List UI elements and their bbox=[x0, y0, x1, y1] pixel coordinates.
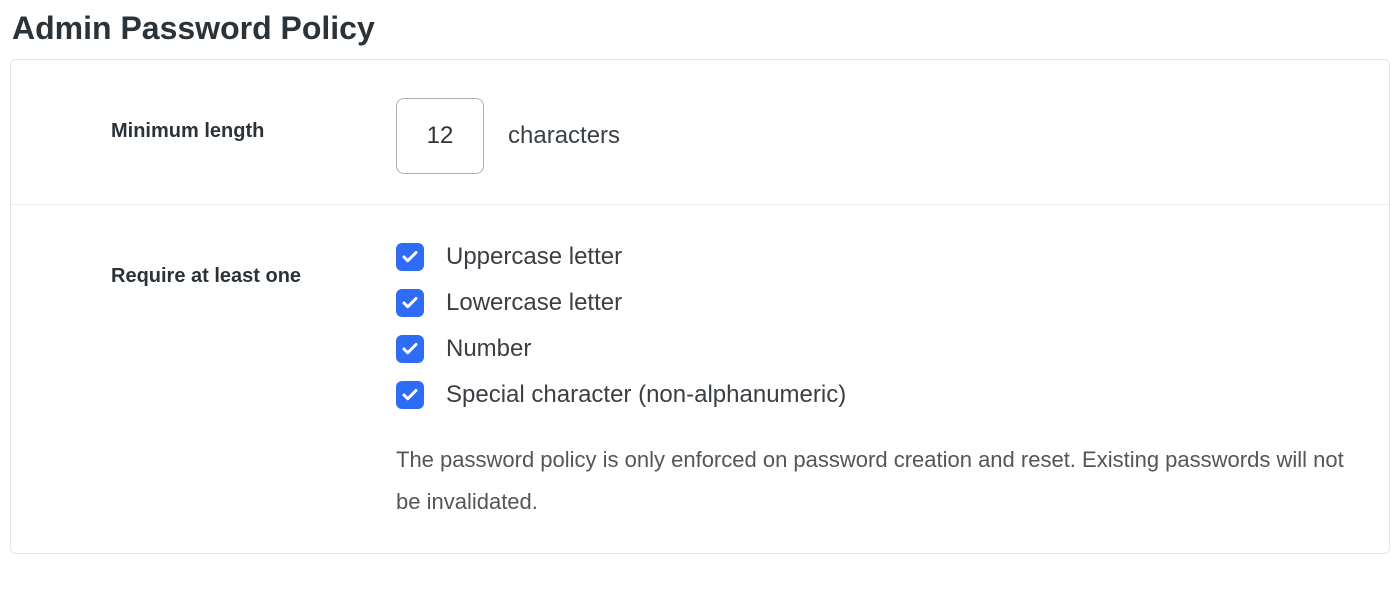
min-length-input[interactable] bbox=[396, 98, 484, 174]
checkbox-lowercase[interactable] bbox=[396, 289, 424, 317]
checkbox-row-number: Number bbox=[396, 335, 1359, 363]
checkbox-label-uppercase: Uppercase letter bbox=[446, 243, 622, 271]
checkbox-label-number: Number bbox=[446, 335, 531, 363]
check-icon bbox=[401, 294, 419, 312]
page-title: Admin Password Policy bbox=[12, 10, 1390, 47]
checkbox-row-lowercase: Lowercase letter bbox=[396, 289, 1359, 317]
check-icon bbox=[401, 340, 419, 358]
require-label: Require at least one bbox=[41, 235, 396, 523]
checkbox-row-special: Special character (non-alphanumeric) bbox=[396, 381, 1359, 409]
require-section: Require at least one Uppercase letter Lo… bbox=[11, 204, 1389, 553]
check-icon bbox=[401, 248, 419, 266]
checkbox-number[interactable] bbox=[396, 335, 424, 363]
checkbox-row-uppercase: Uppercase letter bbox=[396, 243, 1359, 271]
checkbox-label-lowercase: Lowercase letter bbox=[446, 289, 622, 317]
checkbox-special[interactable] bbox=[396, 381, 424, 409]
min-length-section: Minimum length characters bbox=[11, 60, 1389, 204]
policy-help-text: The password policy is only enforced on … bbox=[396, 439, 1356, 523]
checkbox-uppercase[interactable] bbox=[396, 243, 424, 271]
check-icon bbox=[401, 386, 419, 404]
password-policy-panel: Minimum length characters Require at lea… bbox=[10, 59, 1390, 554]
checkbox-label-special: Special character (non-alphanumeric) bbox=[446, 381, 846, 409]
min-length-label: Minimum length bbox=[41, 90, 396, 174]
min-length-unit: characters bbox=[508, 122, 620, 150]
